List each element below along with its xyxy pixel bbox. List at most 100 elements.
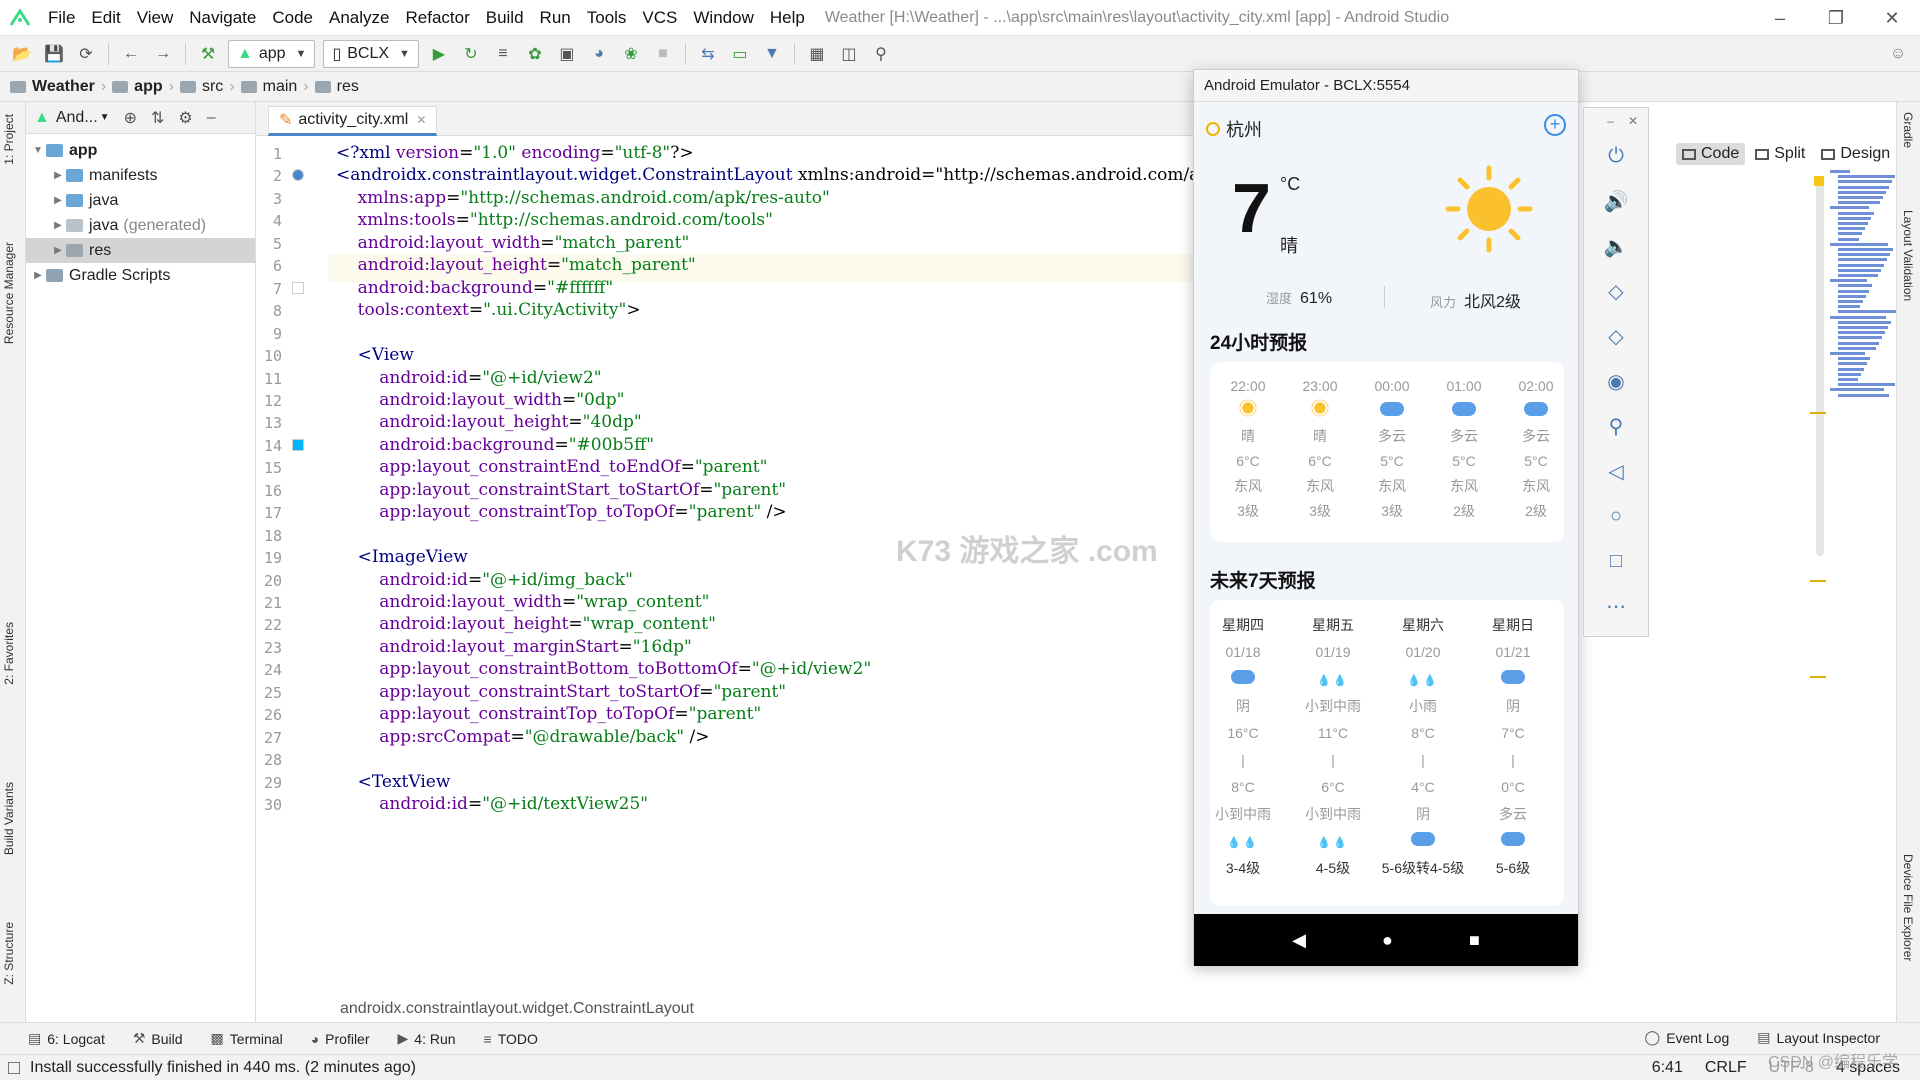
menu-item-file[interactable]: File: [40, 0, 83, 36]
menu-item-code[interactable]: Code: [264, 0, 321, 36]
expand-right-icon[interactable]: ▶: [30, 270, 46, 281]
user-account-icon[interactable]: ☺: [1882, 39, 1914, 69]
apply-changes-icon[interactable]: ↻: [455, 39, 487, 69]
restore-button[interactable]: ❐: [1808, 0, 1864, 36]
minimize-button[interactable]: –: [1752, 0, 1808, 36]
sync-icon[interactable]: ⟳: [70, 39, 102, 69]
menu-item-tools[interactable]: Tools: [579, 0, 635, 36]
menu-item-edit[interactable]: Edit: [83, 0, 128, 36]
warning-marker[interactable]: [1810, 676, 1826, 678]
favorites-tool-tab[interactable]: 2: Favorites: [2, 622, 16, 685]
status-message[interactable]: Install successfully finished in 440 ms.…: [30, 1059, 416, 1077]
code-line[interactable]: android:id="@+id/img_back": [336, 569, 633, 591]
logcat-tab[interactable]: ▤ 6: Logcat: [28, 1030, 105, 1047]
stop-icon[interactable]: ■: [647, 39, 679, 69]
design-view-button[interactable]: Design: [1815, 143, 1896, 165]
overview-icon[interactable]: □: [1584, 539, 1648, 584]
open-folder-icon[interactable]: 📂: [6, 39, 38, 69]
breadcrumb-item-src[interactable]: src: [179, 78, 223, 96]
chevron-down-icon[interactable]: ▼: [100, 112, 110, 123]
back-icon[interactable]: ◁: [1584, 449, 1648, 494]
tree-item-java[interactable]: ▶ java (generated): [26, 213, 255, 238]
code-line[interactable]: android:layout_height="40dp": [336, 411, 641, 433]
menu-item-run[interactable]: Run: [532, 0, 579, 36]
color-swatch-icon[interactable]: [292, 438, 304, 451]
tree-item-gradle-scripts[interactable]: ▶ Gradle Scripts: [26, 263, 255, 288]
warning-marker[interactable]: [1810, 580, 1826, 582]
gradle-sync-icon[interactable]: ⇆: [692, 39, 724, 69]
expand-right-icon[interactable]: ▶: [50, 245, 66, 256]
make-project-hammer-icon[interactable]: ⚒: [192, 39, 224, 69]
menu-item-analyze[interactable]: Analyze: [321, 0, 397, 36]
profiler-tab[interactable]: ◕ Profiler: [311, 1031, 370, 1047]
resource-manager-tool-tab[interactable]: Resource Manager: [2, 242, 16, 344]
debug-bug-icon[interactable]: ✿: [519, 39, 551, 69]
event-log-tab[interactable]: ◯ Event Log: [1645, 1029, 1730, 1046]
close-icon[interactable]: ✕: [1628, 114, 1638, 128]
expand-down-icon[interactable]: ▼: [30, 145, 46, 156]
breadcrumb-item-res[interactable]: res: [314, 78, 359, 96]
code-line[interactable]: android:layout_height="wrap_content": [336, 613, 716, 635]
nav-home-icon[interactable]: ●: [1382, 930, 1393, 951]
search-icon[interactable]: ⚲: [865, 39, 897, 69]
menu-item-help[interactable]: Help: [762, 0, 813, 36]
tree-item-app[interactable]: ▼ app: [26, 138, 255, 163]
project-tool-tab[interactable]: 1: Project: [2, 114, 16, 165]
run-play-icon[interactable]: ▶: [423, 39, 455, 69]
collapse-all-icon[interactable]: ⇅: [151, 108, 164, 128]
code-line[interactable]: app:layout_constraintEnd_toEndOf="parent…: [336, 456, 767, 478]
menu-item-view[interactable]: View: [129, 0, 182, 36]
code-line[interactable]: android:id="@+id/view2": [336, 367, 601, 389]
code-line[interactable]: <TextView: [336, 771, 451, 793]
layout-icon[interactable]: ◫: [833, 39, 865, 69]
weekly-forecast-card[interactable]: 星期四 01/18 阴 16°C | 8°C 小到中雨 💧💧 3-4级 星期五 01/19 💧💧 小到中…: [1210, 600, 1564, 906]
code-line[interactable]: <androidx.constraintlayout.widget.Constr…: [336, 164, 1196, 186]
avd-manager-icon[interactable]: ▭: [724, 39, 756, 69]
code-line[interactable]: android:background="#ffffff": [336, 277, 614, 299]
warning-marker[interactable]: [1810, 412, 1826, 414]
layout-inspector-tab[interactable]: ▤ Layout Inspector: [1757, 1029, 1880, 1046]
code-line[interactable]: tools:context=".ui.CityActivity">: [336, 299, 641, 321]
code-line[interactable]: android:background="#00b5ff": [336, 434, 654, 456]
expand-right-icon[interactable]: ▶: [50, 195, 66, 206]
home-icon[interactable]: ○: [1584, 494, 1648, 539]
code-line[interactable]: xmlns:app="http://schemas.android.com/ap…: [336, 187, 830, 209]
close-button[interactable]: ✕: [1864, 0, 1920, 36]
code-line[interactable]: app:layout_constraintTop_toTopOf="parent…: [336, 501, 786, 523]
project-view-selector[interactable]: And...: [56, 109, 98, 127]
tab-activity-city-xml[interactable]: ✎ activity_city.xml ✕: [268, 106, 438, 136]
run-tab[interactable]: ▶ 4: Run: [398, 1030, 456, 1047]
code-line[interactable]: app:layout_constraintStart_toStartOf="pa…: [336, 681, 786, 703]
profile-icon[interactable]: ◕: [583, 39, 615, 69]
caret-position[interactable]: 6:41: [1652, 1059, 1683, 1077]
code-line[interactable]: android:id="@+id/textView25": [336, 793, 648, 815]
menu-item-window[interactable]: Window: [685, 0, 761, 36]
terminal-tab[interactable]: ▩ Terminal: [211, 1030, 283, 1047]
hourly-forecast-card[interactable]: 22:00 晴 6°C 东风 3级 23:00 晴 6°C 东风 3级 00:00 多云 5°C 东风 3级…: [1210, 362, 1564, 542]
minimize-icon[interactable]: –: [1607, 114, 1614, 128]
rotate-right-icon[interactable]: ◇: [1584, 314, 1648, 359]
module-selector[interactable]: ▲ app ▼: [228, 39, 316, 68]
device-selector[interactable]: ▯ BCLX ▼: [323, 39, 419, 68]
emulator-screen[interactable]: 杭州 + 7 °C 晴 湿度 61% 风力北风2级 24小时预报 22:00 晴…: [1194, 102, 1578, 914]
layout-validation-tool-tab[interactable]: Layout Validation: [1901, 210, 1915, 301]
tree-item-manifests[interactable]: ▶ manifests: [26, 163, 255, 188]
add-city-button[interactable]: +: [1544, 114, 1566, 136]
sdk-manager-icon[interactable]: ▼: [756, 39, 788, 69]
breadcrumb-item-main[interactable]: main: [240, 78, 297, 96]
color-swatch-icon[interactable]: [292, 281, 304, 294]
menu-item-refactor[interactable]: Refactor: [397, 0, 477, 36]
tree-item-java[interactable]: ▶ java: [26, 188, 255, 213]
more-options-icon[interactable]: ⋯: [1584, 584, 1648, 629]
back-arrow-icon[interactable]: ←: [115, 39, 147, 69]
code-line[interactable]: android:layout_width="wrap_content": [336, 591, 709, 613]
breadcrumb-item-weather[interactable]: Weather: [10, 78, 95, 96]
menu-item-vcs[interactable]: VCS: [634, 0, 685, 36]
nav-recents-icon[interactable]: ■: [1469, 930, 1480, 951]
code-view-button[interactable]: Code: [1676, 143, 1746, 165]
code-line[interactable]: android:layout_width="0dp": [336, 389, 624, 411]
attach-debugger-icon[interactable]: ▣: [551, 39, 583, 69]
status-square-icon[interactable]: [8, 1061, 20, 1074]
hide-panel-icon[interactable]: –: [207, 109, 216, 127]
build-variants-tool-tab[interactable]: Build Variants: [2, 782, 16, 855]
